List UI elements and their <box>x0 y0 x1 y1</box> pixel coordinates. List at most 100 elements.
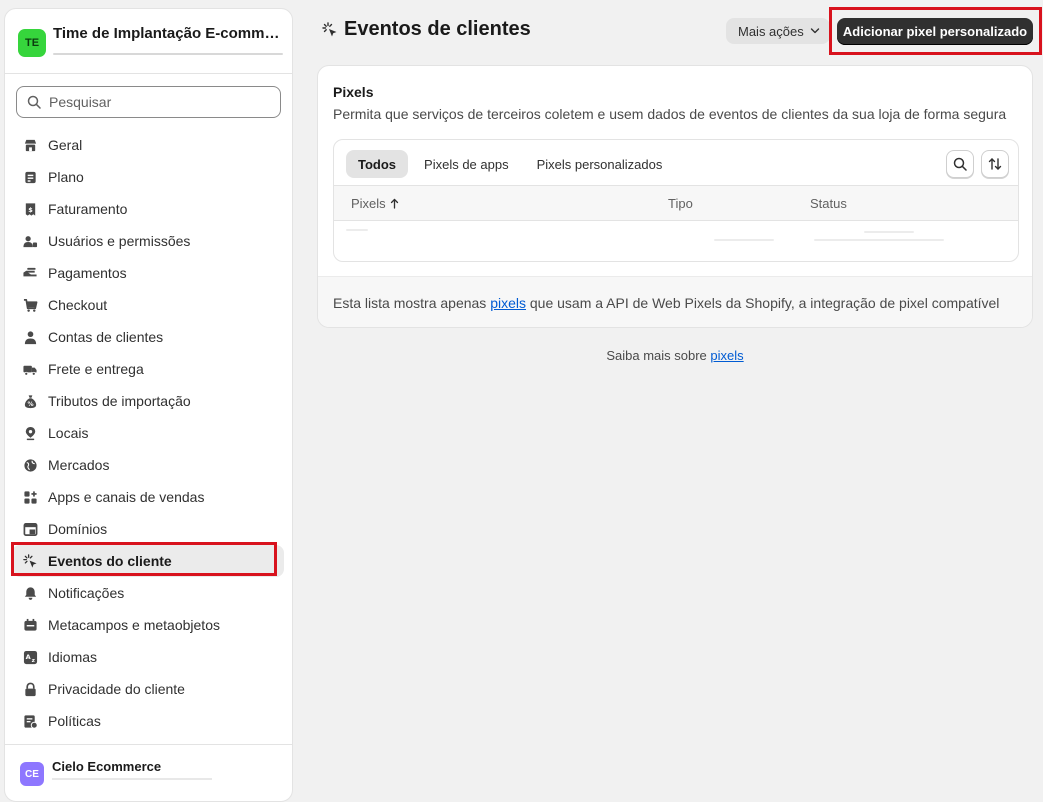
tab-todos[interactable]: Todos <box>346 150 409 178</box>
table-row[interactable] <box>334 221 1018 261</box>
lock-icon <box>22 681 38 697</box>
column-label: Pixels <box>351 196 386 211</box>
nav-item-apps[interactable]: Apps e canais de vendas <box>12 481 284 513</box>
card-footer: Esta lista mostra apenas pixels que usam… <box>318 276 1032 327</box>
cursor-click-icon <box>322 21 338 38</box>
nav-item-dominios[interactable]: Domínios <box>12 513 284 545</box>
account-avatar: CE <box>20 762 44 786</box>
tab-pixels-personalizados[interactable]: Pixels personalizados <box>525 150 675 178</box>
language-icon: Az <box>22 649 38 665</box>
settings-nav: Geral Plano $ Faturamento Usuários e per… <box>12 129 284 737</box>
card-title: Pixels <box>333 84 374 100</box>
nav-item-label: Mercados <box>48 457 110 473</box>
settings-sidebar: TE Time de Implantação E-comme... Geral … <box>4 8 293 802</box>
nav-item-metacampos[interactable]: Metacampos e metaobjetos <box>12 609 284 641</box>
svg-text:z: z <box>31 658 34 664</box>
apps-icon <box>22 489 38 505</box>
nav-item-mercados[interactable]: Mercados <box>12 449 284 481</box>
domain-icon <box>22 521 38 537</box>
cursor-click-icon <box>22 553 38 569</box>
sort-icon <box>988 157 1002 171</box>
policies-icon <box>22 713 38 729</box>
search-icon <box>27 95 41 109</box>
nav-item-politicas[interactable]: Políticas <box>12 705 284 737</box>
nav-item-label: Geral <box>48 137 83 153</box>
nav-item-locais[interactable]: Locais <box>12 417 284 449</box>
nav-item-label: Locais <box>48 425 89 441</box>
bell-icon <box>22 585 38 601</box>
sort-button[interactable] <box>981 150 1009 178</box>
metafields-icon <box>22 617 38 633</box>
nav-item-checkout[interactable]: Checkout <box>12 289 284 321</box>
nav-item-label: Plano <box>48 169 84 185</box>
nav-item-frete[interactable]: Frete e entrega <box>12 353 284 385</box>
globe-icon <box>22 457 38 473</box>
nav-item-label: Pagamentos <box>48 265 127 281</box>
account-switcher[interactable]: CE Cielo Ecommerce <box>5 744 292 801</box>
money-bag-icon: % <box>22 393 38 409</box>
person-icon <box>22 329 38 345</box>
nav-item-privacidade[interactable]: Privacidade do cliente <box>12 673 284 705</box>
page-title: Eventos de clientes <box>322 18 531 41</box>
pixels-link[interactable]: pixels <box>490 295 526 311</box>
nav-item-label: Eventos do cliente <box>48 553 172 569</box>
search-icon <box>953 157 967 171</box>
nav-item-label: Privacidade do cliente <box>48 681 185 697</box>
search-box[interactable] <box>16 86 281 118</box>
pixels-table: Todos Pixels de apps Pixels personalizad… <box>333 139 1019 262</box>
payments-icon <box>22 265 38 281</box>
nav-item-usuarios[interactable]: Usuários e permissões <box>12 225 284 257</box>
learn-more: Saiba mais sobre pixels <box>317 348 1033 363</box>
store-switcher[interactable]: TE Time de Implantação E-comme... <box>5 9 292 74</box>
nav-item-idiomas[interactable]: Az Idiomas <box>12 641 284 673</box>
location-icon <box>22 425 38 441</box>
nav-item-label: Idiomas <box>48 649 98 665</box>
redacted-cell <box>714 239 774 241</box>
users-icon <box>22 233 38 249</box>
column-header-tipo: Tipo <box>668 196 693 211</box>
nav-item-label: Contas de clientes <box>48 329 164 345</box>
nav-item-label: Domínios <box>48 521 108 537</box>
arrow-up-icon <box>390 198 399 209</box>
nav-item-pagamentos[interactable]: Pagamentos <box>12 257 284 289</box>
billing-icon: $ <box>22 201 38 217</box>
account-subtitle-redacted <box>52 778 212 780</box>
store-subtitle-redacted <box>53 47 283 59</box>
search-filter-button[interactable] <box>946 150 974 178</box>
nav-item-label: Políticas <box>48 713 101 729</box>
learn-more-text: Saiba mais sobre <box>606 348 711 363</box>
search-input[interactable] <box>49 94 269 110</box>
page-title-text: Eventos de clientes <box>344 18 531 40</box>
footer-text-after: que usam a API de Web Pixels da Shopify,… <box>525 295 1000 311</box>
tab-pixels-apps[interactable]: Pixels de apps <box>412 150 521 178</box>
more-actions-button[interactable]: Mais ações <box>726 18 830 44</box>
pixels-card: Pixels Permita que serviços de terceiros… <box>317 65 1033 328</box>
column-header-status: Status <box>810 196 847 211</box>
nav-item-label: Faturamento <box>48 201 128 217</box>
column-header-pixels[interactable]: Pixels <box>351 196 399 211</box>
nav-item-notificacoes[interactable]: Notificações <box>12 577 284 609</box>
nav-item-label: Frete e entrega <box>48 361 144 377</box>
footer-text-before: Esta lista mostra apenas <box>333 295 491 311</box>
redacted-cell <box>346 229 368 231</box>
svg-text:$: $ <box>28 205 33 213</box>
redacted-cell <box>814 239 944 241</box>
nav-item-tributos[interactable]: % Tributos de importação <box>12 385 284 417</box>
card-description: Permita que serviços de terceiros colete… <box>333 106 1007 122</box>
card-footer-text: Esta lista mostra apenas pixels que usam… <box>333 295 999 311</box>
nav-item-label: Usuários e permissões <box>48 233 191 249</box>
chevron-down-icon <box>810 26 820 36</box>
redacted-cell <box>864 231 914 233</box>
store-name: Time de Implantação E-comme... <box>53 25 283 42</box>
nav-item-contas-clientes[interactable]: Contas de clientes <box>12 321 284 353</box>
add-custom-pixel-button[interactable]: Adicionar pixel personalizado <box>837 18 1033 45</box>
filter-tabs: Todos Pixels de apps Pixels personalizad… <box>346 150 678 178</box>
nav-item-label: Apps e canais de vendas <box>48 489 205 505</box>
nav-item-plano[interactable]: Plano <box>12 161 284 193</box>
nav-item-faturamento[interactable]: $ Faturamento <box>12 193 284 225</box>
nav-item-label: Metacampos e metaobjetos <box>48 617 220 633</box>
nav-item-eventos-cliente[interactable]: Eventos do cliente <box>12 545 284 577</box>
nav-item-geral[interactable]: Geral <box>12 129 284 161</box>
learn-more-pixels-link[interactable]: pixels <box>710 348 743 363</box>
svg-text:%: % <box>27 401 33 408</box>
